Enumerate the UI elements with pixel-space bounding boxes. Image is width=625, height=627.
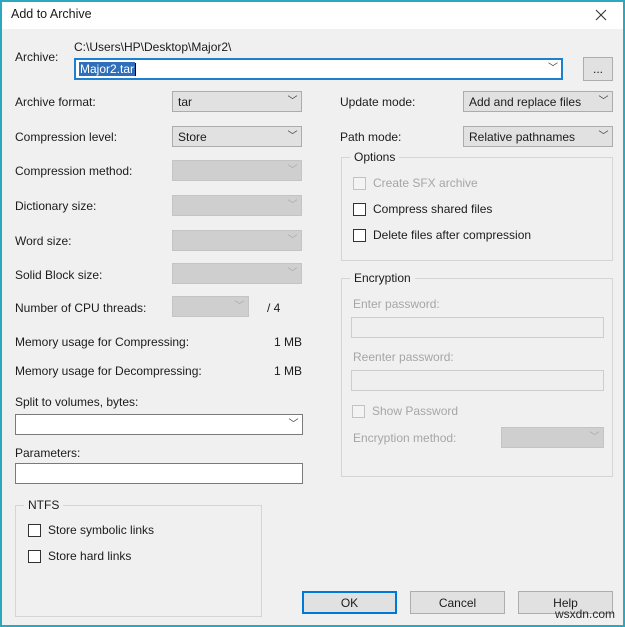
delete-files-after-compression-label: Delete files after compression — [373, 228, 531, 242]
checkbox-icon — [353, 177, 366, 190]
encryption-group-title: Encryption — [350, 271, 415, 285]
word-size-select: ﹀ — [172, 230, 302, 251]
compression-level-select[interactable]: Store ﹀ — [172, 126, 302, 147]
dictionary-size-select: ﹀ — [172, 195, 302, 216]
enter-password-label: Enter password: — [353, 297, 440, 311]
solid-block-size-label: Solid Block size: — [15, 268, 102, 282]
split-volumes-input[interactable]: ﹀ — [15, 414, 303, 435]
compress-shared-files-label: Compress shared files — [373, 202, 492, 216]
chevron-down-icon: ﹀ — [284, 269, 301, 279]
show-password-label: Show Password — [372, 404, 458, 418]
archive-label: Archive: — [15, 50, 58, 64]
memory-decompress-value: 1 MB — [242, 364, 302, 378]
enter-password-input — [351, 317, 604, 338]
close-icon[interactable] — [579, 2, 623, 27]
archive-name-value: Major2.tar — [79, 62, 135, 76]
chevron-down-icon: ﹀ — [284, 166, 301, 176]
cpu-threads-select: ﹀ — [172, 296, 249, 317]
chevron-down-icon: ﹀ — [284, 201, 301, 211]
store-hard-links-label: Store hard links — [48, 549, 131, 563]
reenter-password-label: Reenter password: — [353, 350, 454, 364]
cancel-button[interactable]: Cancel — [410, 591, 505, 614]
split-volumes-label: Split to volumes, bytes: — [15, 395, 138, 409]
chevron-down-icon: ﹀ — [284, 236, 301, 246]
chevron-down-icon: ﹀ — [284, 97, 301, 107]
memory-compress-value: 1 MB — [242, 335, 302, 349]
dictionary-size-label: Dictionary size: — [15, 199, 96, 213]
cpu-threads-total: / 4 — [267, 301, 280, 315]
chevron-down-icon: ﹀ — [284, 132, 301, 142]
options-group-title: Options — [350, 150, 399, 164]
create-sfx-archive-checkbox: Create SFX archive — [353, 176, 478, 190]
parameters-input[interactable] — [15, 463, 303, 484]
encryption-group: Encryption Enter password: Reenter passw… — [341, 278, 613, 477]
compression-method-select: ﹀ — [172, 160, 302, 181]
checkbox-icon — [353, 229, 366, 242]
memory-decompress-label: Memory usage for Decompressing: — [15, 364, 202, 378]
chevron-down-icon: ﹀ — [231, 302, 248, 312]
watermark: wsxdn.com — [555, 607, 615, 621]
checkbox-icon — [352, 405, 365, 418]
text-caret — [135, 63, 136, 76]
chevron-down-icon[interactable]: ﹀ — [548, 64, 558, 74]
encryption-method-label: Encryption method: — [353, 431, 456, 445]
options-group: Options Create SFX archive Compress shar… — [341, 157, 613, 261]
encryption-method-select: ﹀ — [501, 427, 604, 448]
window-title: Add to Archive — [11, 7, 92, 21]
update-mode-label: Update mode: — [340, 95, 415, 109]
cpu-threads-label: Number of CPU threads: — [15, 301, 146, 315]
chevron-down-icon[interactable]: ﹀ — [285, 420, 302, 430]
store-hard-links-checkbox[interactable]: Store hard links — [28, 549, 131, 563]
archive-format-label: Archive format: — [15, 95, 96, 109]
browse-button[interactable]: ... — [583, 57, 613, 81]
close-glyph — [595, 9, 607, 21]
path-mode-label: Path mode: — [340, 130, 401, 144]
store-symbolic-links-label: Store symbolic links — [48, 523, 154, 537]
add-to-archive-dialog: Add to Archive Archive: C:\Users\HP\Desk… — [0, 0, 625, 627]
ntfs-group-title: NTFS — [24, 498, 63, 512]
reenter-password-input — [351, 370, 604, 391]
delete-files-after-compression-checkbox[interactable]: Delete files after compression — [353, 228, 531, 242]
ntfs-group: NTFS Store symbolic links Store hard lin… — [15, 505, 262, 617]
update-mode-select[interactable]: Add and replace files ﹀ — [463, 91, 613, 112]
parameters-label: Parameters: — [15, 446, 80, 460]
compression-level-value: Store — [173, 130, 284, 144]
chevron-down-icon: ﹀ — [586, 433, 603, 443]
checkbox-icon — [353, 203, 366, 216]
chevron-down-icon: ﹀ — [595, 132, 612, 142]
path-mode-value: Relative pathnames — [464, 130, 595, 144]
path-mode-select[interactable]: Relative pathnames ﹀ — [463, 126, 613, 147]
title-bar: Add to Archive — [2, 2, 623, 29]
chevron-down-icon: ﹀ — [595, 97, 612, 107]
store-symbolic-links-checkbox[interactable]: Store symbolic links — [28, 523, 154, 537]
ok-button[interactable]: OK — [302, 591, 397, 614]
checkbox-icon — [28, 524, 41, 537]
checkbox-icon — [28, 550, 41, 563]
compression-level-label: Compression level: — [15, 130, 117, 144]
archive-name-input[interactable]: Major2.tar ﹀ — [74, 58, 563, 80]
archive-format-value: tar — [173, 95, 284, 109]
compression-method-label: Compression method: — [15, 164, 132, 178]
memory-compress-label: Memory usage for Compressing: — [15, 335, 189, 349]
word-size-label: Word size: — [15, 234, 71, 248]
compress-shared-files-checkbox[interactable]: Compress shared files — [353, 202, 492, 216]
update-mode-value: Add and replace files — [464, 95, 595, 109]
archive-path-text: C:\Users\HP\Desktop\Major2\ — [74, 40, 231, 54]
show-password-checkbox[interactable]: Show Password — [352, 404, 458, 418]
create-sfx-archive-label: Create SFX archive — [373, 176, 478, 190]
archive-format-select[interactable]: tar ﹀ — [172, 91, 302, 112]
solid-block-size-select: ﹀ — [172, 263, 302, 284]
